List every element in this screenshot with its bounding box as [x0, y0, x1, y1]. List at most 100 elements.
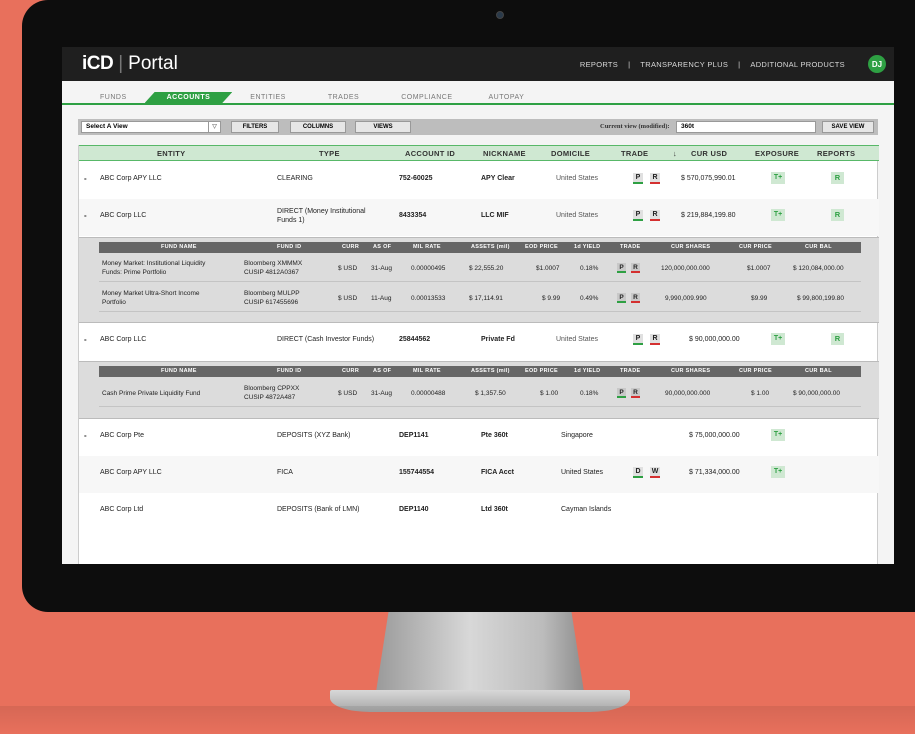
account-id[interactable]: DEP1141 — [399, 432, 429, 439]
col-nickname[interactable]: NICKNAME — [483, 149, 526, 158]
fund-row[interactable]: Money Market Ultra-Short Income Portfoli… — [99, 285, 861, 312]
filters-button[interactable]: FILTERS — [231, 121, 279, 133]
domicile: United States — [556, 212, 599, 219]
report-badge[interactable]: R — [831, 209, 844, 221]
table-row[interactable]: ABC Corp Ltd DEPOSITS (Bank of LMN) DEP1… — [79, 493, 879, 530]
table-row[interactable]: - ABC Corp LLC DIRECT (Cash Investor Fun… — [79, 323, 879, 360]
monitor-stand — [376, 612, 584, 692]
tab-autopay[interactable]: AUTOPAY — [471, 94, 543, 103]
purchase-button[interactable]: P — [633, 210, 643, 221]
col-type[interactable]: TYPE — [319, 149, 340, 158]
save-view-button[interactable]: SAVE VIEW — [822, 121, 874, 133]
table-row[interactable]: - ABC Corp LLC DIRECT (Money Institution… — [79, 199, 879, 236]
fund-detail-header: FUND NAME FUND ID CURR AS OF MIL RATE AS… — [99, 366, 861, 377]
exposure-badge[interactable]: T+ — [771, 466, 785, 478]
currency: $ USD — [338, 265, 358, 272]
purchase-button[interactable]: P — [633, 334, 643, 345]
exposure-badge[interactable]: T+ — [771, 209, 785, 221]
col-trade[interactable]: TRADE — [621, 149, 648, 158]
logo[interactable]: iCD — [82, 53, 114, 75]
select-view-label: Select A View — [86, 123, 128, 130]
yield: 0.18% — [580, 265, 599, 272]
tab-accounts[interactable]: ACCOUNTS — [145, 92, 233, 103]
nav-additional-products[interactable]: ADDITIONAL PRODUCTS — [750, 60, 845, 69]
subcol-trade: TRADE — [620, 244, 641, 250]
collapse-icon[interactable]: - — [84, 431, 87, 440]
assets: $ 1,357.50 — [475, 390, 506, 397]
col-exposure[interactable]: EXPOSURE — [755, 149, 799, 158]
tab-funds[interactable]: FUNDS — [82, 94, 145, 103]
report-badge[interactable]: R — [831, 172, 844, 184]
redeem-button[interactable]: R — [631, 388, 640, 398]
purchase-button[interactable]: P — [633, 173, 643, 184]
col-entity[interactable]: ENTITY — [157, 149, 185, 158]
withdraw-button[interactable]: W — [650, 467, 660, 478]
exposure-badge[interactable]: T+ — [771, 429, 785, 441]
cur-shares: 9,990,009.990 — [665, 295, 707, 302]
type: DEPOSITS (XYZ Bank) — [277, 432, 351, 439]
exposure-badge[interactable]: T+ — [771, 172, 785, 184]
subcol-curr: CURR — [342, 244, 360, 250]
table-row[interactable]: - ABC Corp APY LLC CLEARING 752-60025 AP… — [79, 162, 879, 199]
col-domicile[interactable]: DOMICILE — [551, 149, 590, 158]
sort-down-icon[interactable]: ↓ — [673, 149, 677, 158]
fund-id-cusip: CUSIP 617455696 — [244, 299, 299, 306]
col-account-id[interactable]: ACCOUNT ID — [405, 149, 455, 158]
purchase-button[interactable]: P — [617, 388, 626, 398]
entity: ABC Corp Ltd — [100, 506, 144, 513]
type: DIRECT (Money Institutional — [277, 208, 366, 215]
logo-separator: | — [118, 53, 124, 74]
redeem-button[interactable]: R — [650, 173, 660, 184]
redeem-button[interactable]: R — [631, 263, 640, 273]
chevron-down-icon[interactable]: ▽ — [208, 122, 220, 132]
entity: ABC Corp LLC — [100, 212, 147, 219]
collapse-icon[interactable]: - — [84, 335, 87, 344]
columns-button[interactable]: COLUMNS — [290, 121, 346, 133]
collapse-icon[interactable]: - — [84, 174, 87, 183]
cur-usd: $ 219,884,199.80 — [681, 212, 736, 219]
report-badge[interactable]: R — [831, 333, 844, 345]
cur-bal: $ 99,800,199.80 — [797, 295, 844, 302]
purchase-button[interactable]: P — [617, 263, 626, 273]
redeem-button[interactable]: R — [650, 334, 660, 345]
domicile: Singapore — [561, 432, 593, 439]
nickname: Pte 360t — [481, 432, 508, 439]
tab-trades[interactable]: TRADES — [304, 94, 377, 103]
table-row[interactable]: ABC Corp APY LLC FICA 155744554 FICA Acc… — [79, 456, 879, 493]
redeem-button[interactable]: R — [631, 293, 640, 303]
tab-entities[interactable]: ENTITIES — [232, 94, 304, 103]
subcol-fund-name: FUND NAME — [161, 368, 197, 374]
nickname: LLC MIF — [481, 212, 509, 219]
fund-id-bloomberg: Bloomberg MULPP — [244, 290, 300, 297]
nav-reports[interactable]: REPORTS — [580, 60, 618, 69]
domicile: Cayman Islands — [561, 506, 612, 513]
redeem-button[interactable]: R — [650, 210, 660, 221]
col-reports[interactable]: REPORTS — [817, 149, 855, 158]
current-view-input[interactable]: 360t — [676, 121, 816, 133]
purchase-button[interactable]: P — [617, 293, 626, 303]
account-id[interactable]: 752-60025 — [399, 175, 432, 182]
fund-row[interactable]: Cash Prime Private Liquidity Fund Bloomb… — [99, 380, 861, 407]
subcol-cur-bal: CUR BAL — [805, 244, 832, 250]
account-id[interactable]: DEP1140 — [399, 506, 429, 513]
account-id[interactable]: 155744554 — [399, 469, 434, 476]
subcol-yield: 1d YIELD — [574, 244, 601, 250]
subcol-eod-price: EOD PRICE — [525, 244, 558, 250]
as-of: 31-Aug — [371, 265, 392, 272]
tab-compliance[interactable]: COMPLIANCE — [377, 94, 470, 103]
cur-price: $9.99 — [751, 295, 768, 302]
exposure-badge[interactable]: T+ — [771, 333, 785, 345]
col-cur-usd[interactable]: CUR USD — [691, 149, 727, 158]
fund-row[interactable]: Money Market: Institutional Liquidity Fu… — [99, 255, 861, 282]
views-button[interactable]: VIEWS — [355, 121, 411, 133]
select-view-dropdown[interactable]: Select A View ▽ — [81, 121, 221, 133]
account-id[interactable]: 8433354 — [399, 212, 426, 219]
avatar[interactable]: DJ — [868, 55, 886, 73]
currency: $ USD — [338, 390, 358, 397]
collapse-icon[interactable]: - — [84, 211, 87, 220]
nav-transparency-plus[interactable]: TRANSPARENCY PLUS — [640, 60, 728, 69]
account-id[interactable]: 25844562 — [399, 336, 430, 343]
table-row[interactable]: - ABC Corp Pte DEPOSITS (XYZ Bank) DEP11… — [79, 419, 879, 456]
deposit-button[interactable]: D — [633, 467, 643, 478]
yield: 0.49% — [580, 295, 599, 302]
